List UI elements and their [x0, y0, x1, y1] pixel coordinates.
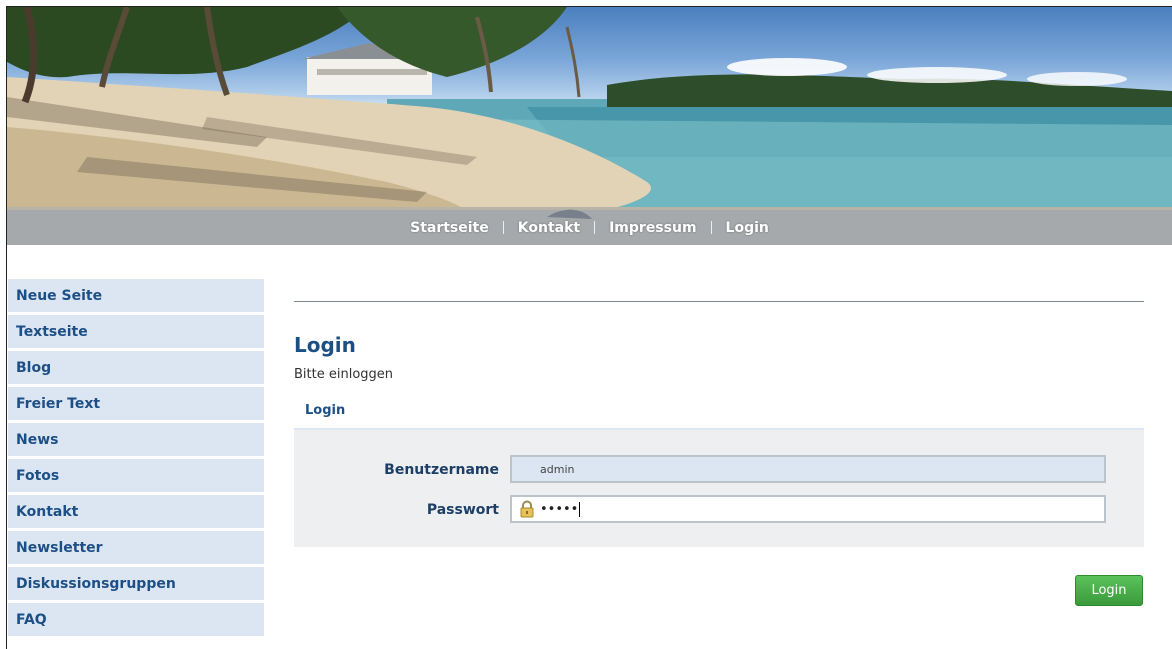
username-row: Benutzername admin — [294, 455, 1144, 485]
sidebar-item-kontakt[interactable]: Kontakt — [8, 495, 264, 528]
login-form: Benutzername admin Passwort ••••• — [294, 428, 1144, 547]
sidebar-item-news[interactable]: News — [8, 423, 264, 456]
page-frame: Startseite Kontakt Impressum Login Neue … — [6, 6, 1172, 649]
sidebar-item-fotos[interactable]: Fotos — [8, 459, 264, 492]
nav-startseite[interactable]: Startseite — [396, 220, 503, 236]
form-section-title: Login — [305, 403, 346, 418]
sidebar-item-faq[interactable]: FAQ — [8, 603, 264, 636]
main-content: Login Bitte einloggen Login Benutzername… — [294, 301, 1144, 606]
divider — [294, 301, 1144, 302]
sidebar-item-newsletter[interactable]: Newsletter — [8, 531, 264, 564]
page-title: Login — [294, 333, 356, 357]
username-field[interactable]: admin — [510, 455, 1106, 483]
nav-login[interactable]: Login — [712, 220, 783, 236]
intro-text: Bitte einloggen — [294, 367, 394, 382]
password-label: Passwort — [426, 502, 499, 518]
header-banner: Startseite Kontakt Impressum Login — [7, 7, 1172, 245]
top-nav: Startseite Kontakt Impressum Login — [7, 210, 1172, 245]
sidebar-item-freier-text[interactable]: Freier Text — [8, 387, 264, 420]
password-field[interactable]: ••••• — [510, 495, 1106, 523]
username-label: Benutzername — [384, 462, 499, 478]
login-button[interactable]: Login — [1075, 575, 1143, 606]
lock-icon — [518, 500, 536, 518]
nav-impressum[interactable]: Impressum — [595, 220, 710, 236]
sidebar-item-diskussionsgruppen[interactable]: Diskussionsgruppen — [8, 567, 264, 600]
nav-kontakt[interactable]: Kontakt — [504, 220, 594, 236]
sidebar-item-blog[interactable]: Blog — [8, 351, 264, 384]
sidebar-menu: Neue Seite Textseite Blog Freier Text Ne… — [8, 279, 264, 639]
sidebar-item-textseite[interactable]: Textseite — [8, 315, 264, 348]
password-value: ••••• — [540, 501, 579, 517]
text-caret — [579, 501, 581, 517]
password-row: Passwort ••••• — [294, 495, 1144, 525]
sidebar-item-neue-seite[interactable]: Neue Seite — [8, 279, 264, 312]
